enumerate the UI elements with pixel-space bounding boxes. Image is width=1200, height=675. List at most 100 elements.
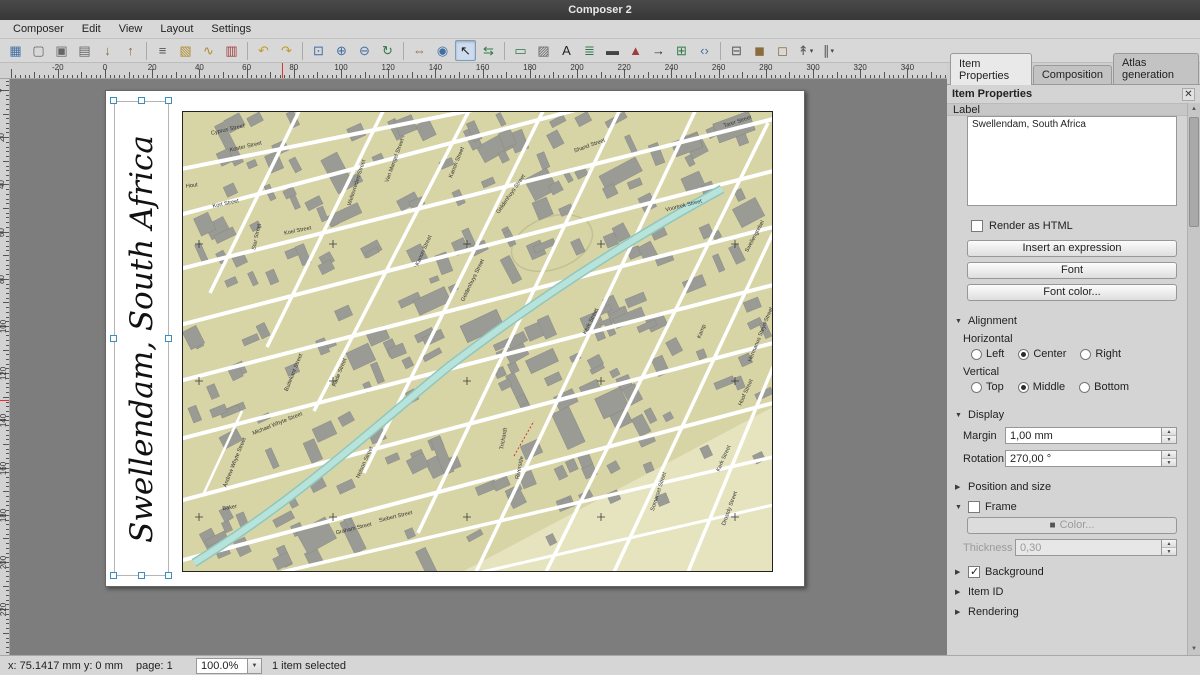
selection-handle[interactable]: [165, 97, 172, 104]
rendering-section-header[interactable]: ▶ Rendering: [955, 606, 1187, 618]
load-template-button[interactable]: ↓: [97, 40, 118, 61]
render-as-html-checkbox[interactable]: [971, 220, 983, 232]
insert-expression-button[interactable]: Insert an expression: [967, 240, 1177, 257]
spin-down-icon[interactable]: ▼: [1162, 459, 1176, 466]
add-new-map-button[interactable]: ▭: [510, 40, 531, 61]
zoom-out-button[interactable]: ⊖: [354, 40, 375, 61]
raise-items-button[interactable]: ↟▾: [795, 40, 816, 61]
map-item[interactable]: Cyprus StreetKoster StreetHoutKort Stree…: [182, 111, 773, 572]
align-items-button[interactable]: ∥▾: [818, 40, 839, 61]
new-composer-button[interactable]: ▢: [28, 40, 49, 61]
duplicate-composer-button[interactable]: ▣: [51, 40, 72, 61]
zoom-combo[interactable]: 100.0% ▼: [196, 658, 262, 674]
composition-canvas[interactable]: Swellendam, South Africa: [10, 79, 947, 655]
thickness-spinbox[interactable]: 0,30 ▲ ▼: [1015, 539, 1177, 556]
close-icon[interactable]: ✕: [1182, 88, 1195, 101]
selection-handle[interactable]: [138, 572, 145, 579]
menu-edit[interactable]: Edit: [73, 21, 110, 37]
spin-up-icon[interactable]: ▲: [1162, 540, 1176, 548]
tab-atlas-generation[interactable]: Atlas generation: [1113, 53, 1199, 84]
radio-vertical-bottom[interactable]: Bottom: [1079, 381, 1129, 393]
menu-composer[interactable]: Composer: [4, 21, 73, 37]
move-item-content-button[interactable]: ⇆: [478, 40, 499, 61]
tab-composition[interactable]: Composition: [1033, 65, 1112, 84]
item-id-section-header[interactable]: ▶ Item ID: [955, 586, 1187, 598]
background-section-header[interactable]: ▶ Background: [955, 566, 1187, 578]
pan-button[interactable]: ⇔: [409, 40, 430, 61]
zoom-full-button[interactable]: ⊡: [308, 40, 329, 61]
radio-vertical-middle[interactable]: Middle: [1018, 381, 1065, 393]
save-template-button[interactable]: ↑: [120, 40, 141, 61]
label-section-header: Label: [947, 103, 1200, 116]
zoom-value[interactable]: 100.0%: [197, 659, 247, 673]
margin-spinbox[interactable]: 1,00 mm ▲ ▼: [1005, 427, 1177, 444]
label-text-input[interactable]: Swellendam, South Africa: [967, 116, 1177, 206]
radio-horizontal-left[interactable]: Left: [971, 348, 1004, 360]
position-size-section-header[interactable]: ▶ Position and size: [955, 481, 1187, 493]
select-move-item-button[interactable]: ↖: [455, 40, 476, 61]
spin-up-icon[interactable]: ▲: [1162, 428, 1176, 436]
menu-layout[interactable]: Layout: [151, 21, 202, 37]
add-shape-button[interactable]: ▲: [625, 40, 646, 61]
add-image-button[interactable]: ▨: [533, 40, 554, 61]
zoom-in-button[interactable]: ⊕: [331, 40, 352, 61]
ruler-tick: [440, 75, 441, 78]
margin-value[interactable]: 1,00 mm: [1006, 428, 1161, 443]
add-scalebar-button[interactable]: ▬: [602, 40, 623, 61]
undo-button[interactable]: ↶: [253, 40, 274, 61]
scrollbar-thumb[interactable]: [1189, 117, 1199, 227]
rotation-spinbox[interactable]: 270,00 ° ▲ ▼: [1005, 450, 1177, 467]
add-legend-button[interactable]: ≣: [579, 40, 600, 61]
font-color-button[interactable]: Font color...: [967, 284, 1177, 301]
combo-arrow-icon[interactable]: ▼: [247, 659, 261, 673]
rotation-value[interactable]: 270,00 °: [1006, 451, 1161, 466]
radio-horizontal-right[interactable]: Right: [1080, 348, 1121, 360]
background-checkbox[interactable]: [968, 566, 980, 578]
radio-horizontal-center[interactable]: Center: [1018, 348, 1066, 360]
spin-down-icon[interactable]: ▼: [1162, 436, 1176, 443]
export-svg-button[interactable]: ∿: [198, 40, 219, 61]
render-as-html-row[interactable]: Render as HTML: [971, 220, 1187, 232]
redo-button[interactable]: ↷: [276, 40, 297, 61]
zoom-tool-button[interactable]: ◉: [432, 40, 453, 61]
spin-down-icon[interactable]: ▼: [1162, 548, 1176, 555]
add-html-frame-button[interactable]: ‹›: [694, 40, 715, 61]
add-arrow-button[interactable]: →: [648, 40, 669, 61]
composer-manager-button[interactable]: ▤: [74, 40, 95, 61]
selection-handle[interactable]: [110, 335, 117, 342]
selection-handle[interactable]: [110, 97, 117, 104]
thickness-value[interactable]: 0,30: [1016, 540, 1161, 555]
add-label-button[interactable]: A: [556, 40, 577, 61]
frame-color-button[interactable]: ■Color...: [967, 517, 1177, 534]
scroll-down-icon[interactable]: ▼: [1188, 643, 1200, 655]
selection-handle[interactable]: [138, 97, 145, 104]
tab-item-properties[interactable]: Item Properties: [950, 53, 1032, 85]
alignment-section-header[interactable]: ▼ Alignment: [955, 315, 1187, 327]
spin-up-icon[interactable]: ▲: [1162, 451, 1176, 459]
dock-scrollbar[interactable]: ▲ ▼: [1187, 103, 1200, 655]
selection-handle[interactable]: [165, 335, 172, 342]
frame-section-header[interactable]: ▼ Frame: [955, 501, 1187, 513]
radio-vertical-top[interactable]: Top: [971, 381, 1004, 393]
selection-handle[interactable]: [110, 572, 117, 579]
window-titlebar[interactable]: Composer 2: [0, 0, 1200, 20]
selection-handle[interactable]: [165, 572, 172, 579]
export-pdf-button[interactable]: ▥: [221, 40, 242, 61]
refresh-view-button[interactable]: ↻: [377, 40, 398, 61]
export-image-button[interactable]: ▧: [175, 40, 196, 61]
font-button[interactable]: Font: [967, 262, 1177, 279]
print-button[interactable]: ≡: [152, 40, 173, 61]
frame-checkbox[interactable]: [968, 501, 980, 513]
display-section-header[interactable]: ▼ Display: [955, 409, 1187, 421]
add-attribute-table-button[interactable]: ⊞: [671, 40, 692, 61]
unlock-items-button[interactable]: ◻: [772, 40, 793, 61]
menu-settings[interactable]: Settings: [202, 21, 260, 37]
lock-items-button[interactable]: ◼: [749, 40, 770, 61]
save-project-button[interactable]: ▦: [5, 40, 26, 61]
group-items-button[interactable]: ⊟: [726, 40, 747, 61]
scroll-up-icon[interactable]: ▲: [1188, 103, 1200, 115]
ruler-tick: [549, 75, 550, 78]
composition-page[interactable]: Swellendam, South Africa: [105, 90, 805, 587]
label-item[interactable]: Swellendam, South Africa: [114, 101, 169, 576]
menu-view[interactable]: View: [110, 21, 152, 37]
